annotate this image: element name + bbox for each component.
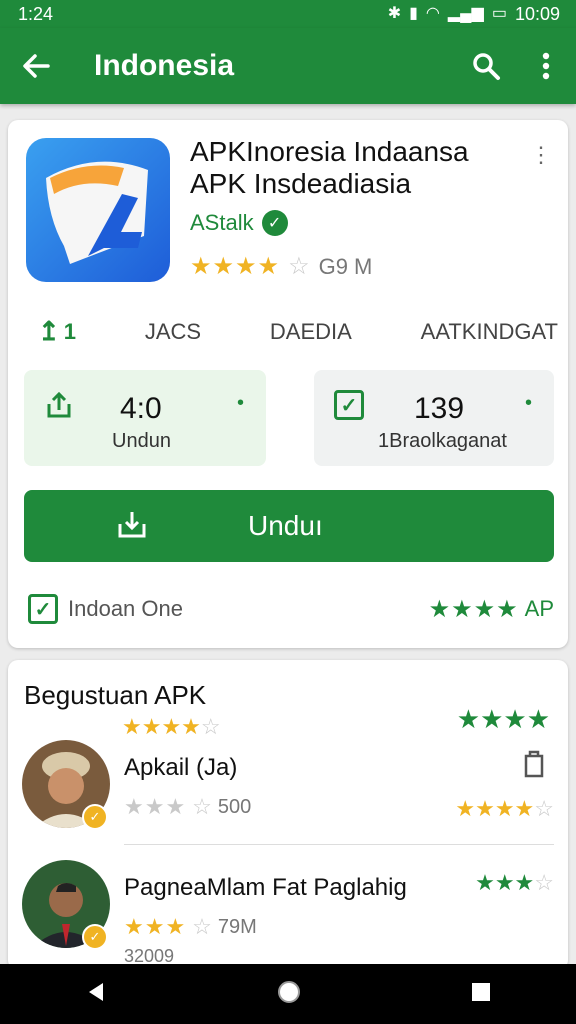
status-time-left: 1:24 bbox=[18, 3, 54, 24]
tab-upload[interactable]: ↥ 1 bbox=[38, 316, 76, 347]
page-title: Indonesia bbox=[94, 49, 235, 82]
review-stars-empty: ☆ bbox=[192, 914, 212, 939]
app-title-line2: APK Insdeadiasia bbox=[190, 168, 412, 200]
status-bar: 1:24 ✱ ▮ ◠ ▂▄▆ ▭ 10:09 bbox=[0, 0, 576, 28]
footer-checkbox[interactable]: ✓ Indoan One bbox=[28, 594, 183, 624]
nav-back-icon[interactable] bbox=[85, 981, 107, 1008]
card-menu-icon[interactable]: ⋮ bbox=[530, 142, 552, 168]
app-title-line1: APKInoresia Indaansa bbox=[190, 136, 469, 167]
downloads-stat[interactable]: 4:0 Undun • bbox=[24, 370, 266, 466]
more-options-icon[interactable] bbox=[516, 52, 576, 80]
footer-rating: ★★★★ AP bbox=[429, 595, 554, 624]
badge-icon: ✓ bbox=[82, 924, 108, 950]
review-right-stars: ★★★ bbox=[475, 870, 535, 895]
rating-stars-empty: ☆ bbox=[288, 253, 311, 280]
developer-name[interactable]: AStalk bbox=[190, 210, 254, 236]
footer-stars: ★★★★ bbox=[428, 595, 519, 623]
review-right-stars: ★★★★ bbox=[455, 796, 535, 821]
review-stars: ★★★ bbox=[124, 794, 187, 819]
footer-label: Indoan One bbox=[68, 596, 183, 621]
review-item[interactable]: ✓ PagneaMlam Fat Paglahig ★★★ ☆ 79M 3200… bbox=[22, 860, 554, 970]
footer-rating-text: AP bbox=[524, 596, 554, 621]
battery-saver-icon: ▮ bbox=[409, 5, 418, 22]
app-size: G9 M bbox=[318, 253, 373, 279]
section-rating-right: ★★★★ bbox=[456, 704, 550, 734]
signal-icon: ▂▄▆ bbox=[447, 5, 484, 22]
rating-label: 1Braolkaganat bbox=[378, 430, 507, 452]
status-time-right: 10:09 bbox=[514, 4, 560, 24]
review-right-rating: ★★★☆ bbox=[475, 870, 554, 896]
reviews-card: Begustuan APK ★★★★☆ ★★★★ ✓ Apkail (Ja) ★… bbox=[8, 660, 568, 970]
dot-icon: • bbox=[524, 392, 532, 414]
downloads-value: 4:0 bbox=[120, 392, 162, 425]
back-arrow-icon[interactable] bbox=[0, 52, 72, 80]
review-meta: ★★★ ☆ 500 bbox=[124, 794, 251, 820]
check-icon: ✓ bbox=[28, 594, 58, 624]
review-author: PagneaMlam Fat Paglahig bbox=[124, 874, 407, 901]
rating-stat[interactable]: ✓ 139 1Braolkaganat • bbox=[314, 370, 554, 466]
app-title: APKInoresia Indaansa APK Insdeadiasia bbox=[190, 136, 530, 201]
info-tabs: ↥ 1 JACS DAEDIA AATKINDGAT bbox=[38, 316, 558, 347]
wifi-icon: ◠ bbox=[425, 5, 440, 22]
rating-stars: ★★★★ bbox=[190, 253, 281, 280]
review-count: 500 bbox=[217, 795, 252, 818]
bookmark-icon[interactable] bbox=[522, 750, 546, 783]
nav-recents-icon[interactable] bbox=[471, 982, 491, 1007]
tab-daedia[interactable]: DAEDIA bbox=[270, 319, 352, 345]
review-item[interactable]: ✓ Apkail (Ja) ★★★ ☆ 500 ★★★★☆ bbox=[22, 740, 554, 844]
badge-icon: ✓ bbox=[82, 804, 108, 830]
tab-jacs[interactable]: JACS bbox=[145, 319, 201, 345]
card-footer: ✓ Indoan One ★★★★ AP bbox=[28, 594, 554, 624]
developer[interactable]: AStalk ✓ bbox=[190, 210, 288, 236]
section-stars-empty: ☆ bbox=[200, 714, 221, 739]
search-icon[interactable] bbox=[456, 51, 516, 81]
downloads-label: Undun bbox=[112, 430, 171, 452]
battery-icon: ▭ bbox=[491, 5, 507, 22]
nav-home-icon[interactable] bbox=[276, 979, 302, 1010]
tab-aatkindgat[interactable]: AATKINDGAT bbox=[421, 319, 558, 345]
review-stars: ★★★ bbox=[124, 914, 187, 939]
checkbox-icon: ✓ bbox=[334, 390, 364, 420]
verified-icon: ✓ bbox=[261, 210, 288, 236]
share-icon bbox=[44, 390, 74, 427]
review-count: 79M bbox=[217, 915, 257, 938]
status-icons: ✱ ▮ ◠ ▂▄▆ ▭ 10:09 bbox=[388, 5, 560, 23]
bluetooth-icon: ✱ bbox=[387, 5, 402, 22]
review-author: Apkail (Ja) bbox=[124, 754, 238, 781]
upload-arrow-icon: ↥ bbox=[38, 316, 60, 346]
app-bar: Indonesia bbox=[0, 28, 576, 104]
app-icon bbox=[26, 138, 170, 282]
reviews-title: Begustuan APK bbox=[24, 680, 207, 710]
dot-icon: • bbox=[236, 392, 244, 414]
section-stars: ★★★★ bbox=[122, 714, 201, 739]
section-rating: ★★★★☆ bbox=[122, 714, 221, 740]
navigation-bar bbox=[0, 964, 576, 1024]
install-button-label: Unduı bbox=[248, 510, 323, 541]
divider bbox=[124, 844, 554, 845]
install-button[interactable]: Unduı bbox=[24, 490, 554, 562]
review-right-stars-empty: ☆ bbox=[534, 870, 554, 895]
download-icon bbox=[116, 508, 148, 545]
tab-upload-label: 1 bbox=[63, 318, 77, 344]
review-right-stars-empty: ☆ bbox=[534, 796, 554, 821]
review-meta: ★★★ ☆ 79M bbox=[124, 914, 257, 940]
review-right-rating: ★★★★☆ bbox=[455, 796, 554, 822]
rating-value: 139 bbox=[414, 392, 465, 425]
app-rating: ★★★★ ☆ G9 M bbox=[190, 252, 372, 281]
app-detail-card: APKInoresia Indaansa APK Insdeadiasia ⋮ … bbox=[8, 120, 568, 648]
review-stars-empty: ☆ bbox=[192, 794, 212, 819]
